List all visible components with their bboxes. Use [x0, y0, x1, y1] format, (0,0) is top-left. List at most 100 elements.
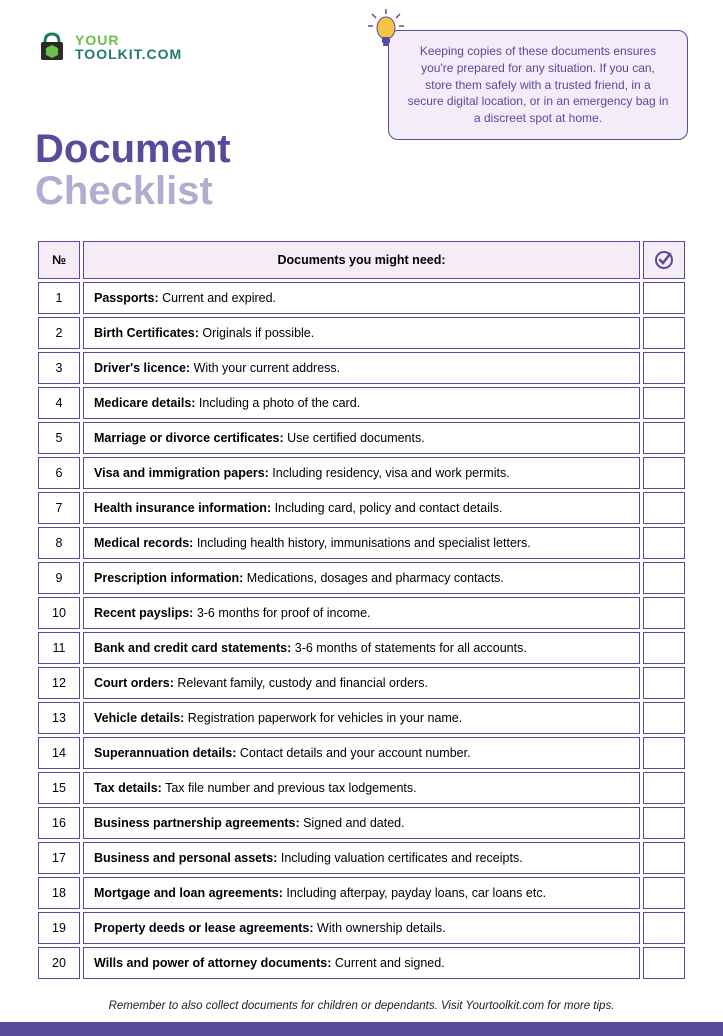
row-label: Wills and power of attorney documents:: [94, 956, 331, 970]
row-text: Including residency, visa and work permi…: [269, 466, 510, 480]
row-label: Recent payslips:: [94, 606, 193, 620]
row-label: Business partnership agreements:: [94, 816, 300, 830]
row-label: Superannuation details:: [94, 746, 236, 760]
row-checkbox[interactable]: [643, 912, 685, 944]
row-description: Business partnership agreements: Signed …: [83, 807, 640, 839]
row-description: Tax details: Tax file number and previou…: [83, 772, 640, 804]
row-checkbox[interactable]: [643, 527, 685, 559]
row-checkbox[interactable]: [643, 352, 685, 384]
page-title: Document Checklist: [35, 128, 688, 212]
row-checkbox[interactable]: [643, 457, 685, 489]
row-text: Relevant family, custody and financial o…: [174, 676, 428, 690]
row-checkbox[interactable]: [643, 947, 685, 979]
row-description: Visa and immigration papers: Including r…: [83, 457, 640, 489]
row-number: 9: [38, 562, 80, 594]
table-row: 17Business and personal assets: Includin…: [38, 842, 685, 874]
row-text: Medications, dosages and pharmacy contac…: [243, 571, 504, 585]
info-callout: Keeping copies of these documents ensure…: [388, 30, 688, 140]
table-row: 13Vehicle details: Registration paperwor…: [38, 702, 685, 734]
row-checkbox[interactable]: [643, 772, 685, 804]
row-description: Recent payslips: 3-6 months for proof of…: [83, 597, 640, 629]
row-checkbox[interactable]: [643, 842, 685, 874]
row-label: Vehicle details:: [94, 711, 184, 725]
row-description: Marriage or divorce certificates: Use ce…: [83, 422, 640, 454]
row-checkbox[interactable]: [643, 702, 685, 734]
row-description: Passports: Current and expired.: [83, 282, 640, 314]
row-text: 3-6 months for proof of income.: [193, 606, 370, 620]
row-number: 2: [38, 317, 80, 349]
table-row: 3Driver's licence: With your current add…: [38, 352, 685, 384]
row-number: 18: [38, 877, 80, 909]
table-row: 1Passports: Current and expired.: [38, 282, 685, 314]
row-text: Current and signed.: [331, 956, 444, 970]
row-text: Registration paperwork for vehicles in y…: [184, 711, 462, 725]
table-row: 9Prescription information: Medications, …: [38, 562, 685, 594]
row-label: Tax details:: [94, 781, 162, 795]
row-description: Medical records: Including health histor…: [83, 527, 640, 559]
row-text: Tax file number and previous tax lodgeme…: [162, 781, 417, 795]
row-checkbox[interactable]: [643, 317, 685, 349]
row-checkbox[interactable]: [643, 282, 685, 314]
header-number: №: [38, 241, 80, 279]
title-line2: Checklist: [35, 170, 688, 212]
row-label: Prescription information:: [94, 571, 243, 585]
row-description: Court orders: Relevant family, custody a…: [83, 667, 640, 699]
row-checkbox[interactable]: [643, 422, 685, 454]
table-row: 10Recent payslips: 3-6 months for proof …: [38, 597, 685, 629]
checklist-table: № Documents you might need: 1Passports: …: [35, 238, 688, 982]
row-checkbox[interactable]: [643, 632, 685, 664]
row-number: 16: [38, 807, 80, 839]
table-row: 4Medicare details: Including a photo of …: [38, 387, 685, 419]
row-text: Including card, policy and contact detai…: [271, 501, 502, 515]
table-row: 15Tax details: Tax file number and previ…: [38, 772, 685, 804]
row-checkbox[interactable]: [643, 387, 685, 419]
row-number: 10: [38, 597, 80, 629]
row-label: Court orders:: [94, 676, 174, 690]
row-text: Signed and dated.: [300, 816, 405, 830]
footer-note: Remember to also collect documents for c…: [35, 1000, 688, 1012]
row-number: 1: [38, 282, 80, 314]
row-label: Driver's licence:: [94, 361, 190, 375]
row-text: Use certified documents.: [284, 431, 425, 445]
row-description: Health insurance information: Including …: [83, 492, 640, 524]
row-checkbox[interactable]: [643, 807, 685, 839]
row-checkbox[interactable]: [643, 737, 685, 769]
table-row: 19Property deeds or lease agreements: Wi…: [38, 912, 685, 944]
row-description: Prescription information: Medications, d…: [83, 562, 640, 594]
row-description: Vehicle details: Registration paperwork …: [83, 702, 640, 734]
row-checkbox[interactable]: [643, 597, 685, 629]
logo-text-line1: YOUR: [75, 33, 182, 47]
row-description: Bank and credit card statements: 3-6 mon…: [83, 632, 640, 664]
row-checkbox[interactable]: [643, 667, 685, 699]
row-checkbox[interactable]: [643, 492, 685, 524]
row-text: Contact details and your account number.: [236, 746, 470, 760]
row-description: Birth Certificates: Originals if possibl…: [83, 317, 640, 349]
row-description: Property deeds or lease agreements: With…: [83, 912, 640, 944]
row-description: Driver's licence: With your current addr…: [83, 352, 640, 384]
row-label: Birth Certificates:: [94, 326, 199, 340]
table-row: 6Visa and immigration papers: Including …: [38, 457, 685, 489]
row-number: 14: [38, 737, 80, 769]
table-row: 16Business partnership agreements: Signe…: [38, 807, 685, 839]
row-text: Including health history, immunisations …: [193, 536, 530, 550]
footer-bar: [0, 1022, 723, 1036]
logo-text-line2: TOOLKIT.COM: [75, 47, 182, 61]
logo-icon: [35, 30, 69, 64]
row-description: Superannuation details: Contact details …: [83, 737, 640, 769]
row-number: 13: [38, 702, 80, 734]
row-text: Including valuation certificates and rec…: [277, 851, 522, 865]
header-description: Documents you might need:: [83, 241, 640, 279]
row-label: Health insurance information:: [94, 501, 271, 515]
row-checkbox[interactable]: [643, 877, 685, 909]
row-text: Including a photo of the card.: [195, 396, 360, 410]
row-number: 11: [38, 632, 80, 664]
row-label: Visa and immigration papers:: [94, 466, 269, 480]
table-row: 11Bank and credit card statements: 3-6 m…: [38, 632, 685, 664]
row-label: Property deeds or lease agreements:: [94, 921, 314, 935]
table-row: 5Marriage or divorce certificates: Use c…: [38, 422, 685, 454]
table-row: 18Mortgage and loan agreements: Includin…: [38, 877, 685, 909]
row-number: 15: [38, 772, 80, 804]
row-text: 3-6 months of statements for all account…: [291, 641, 527, 655]
row-checkbox[interactable]: [643, 562, 685, 594]
checkmark-icon: [654, 250, 674, 270]
